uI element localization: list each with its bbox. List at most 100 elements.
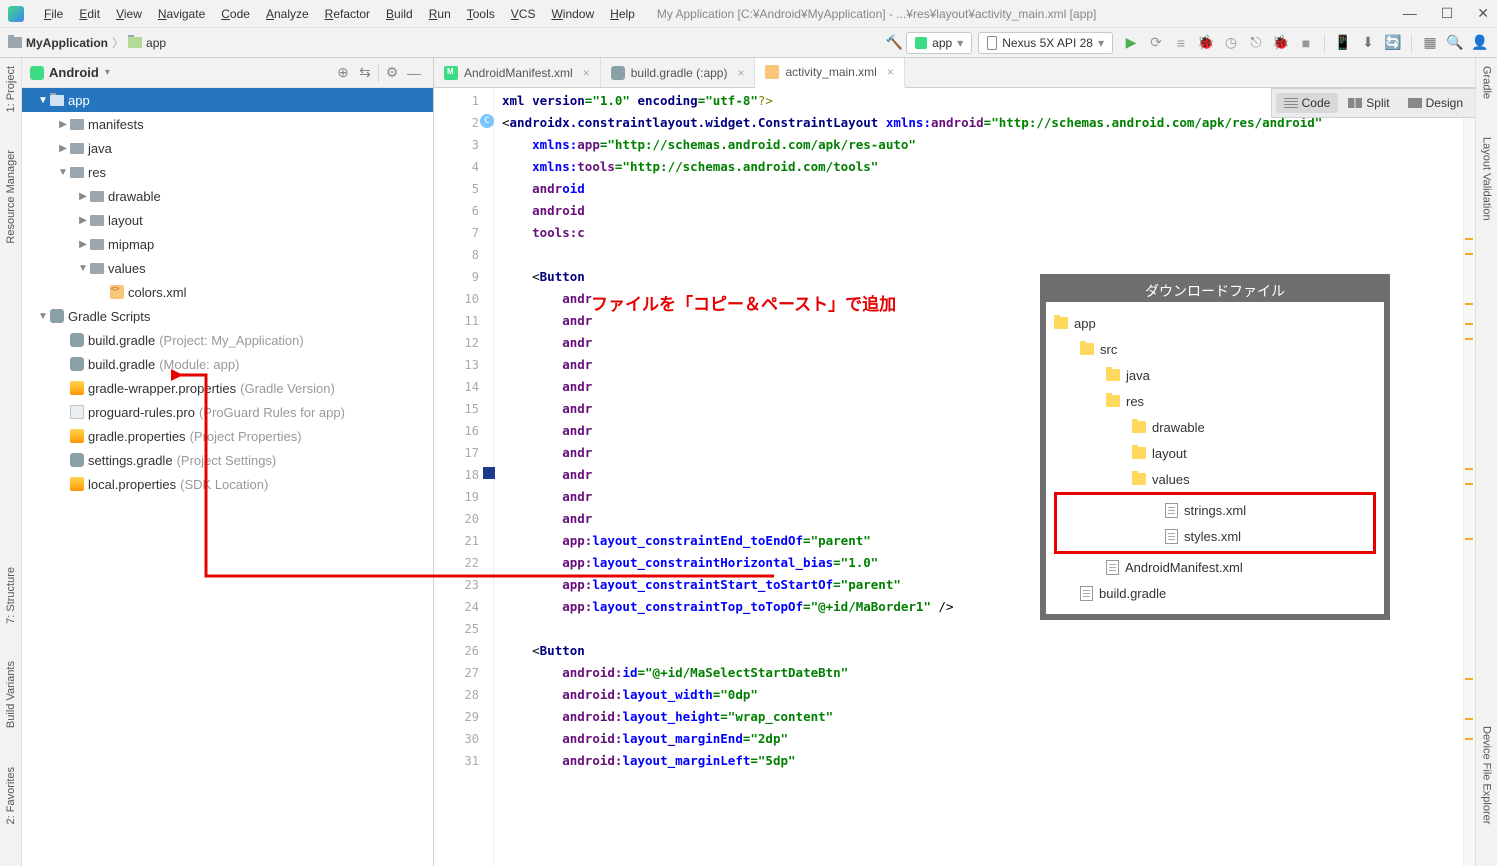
download-files-popup: ダウンロードファイル appsrcjavaresdrawablelayoutva…: [1040, 274, 1390, 620]
scroll-from-source-icon[interactable]: ⊕: [335, 65, 351, 81]
split-view-icon: [1348, 98, 1362, 108]
android-icon: [30, 66, 44, 80]
tab-androidmanifest-xml[interactable]: AndroidManifest.xml×: [434, 58, 601, 87]
project-panel-header: Android ▾ ⊕ ⇆ ⚙ —: [22, 58, 433, 88]
popup-item-java: java: [1054, 362, 1376, 388]
popup-item-src: src: [1054, 336, 1376, 362]
left-tool-rail: 1: Project Resource Manager 7: Structure…: [0, 58, 22, 866]
highlighted-files: strings.xmlstyles.xml: [1054, 492, 1376, 554]
annotation-text: ファイルを「コピー＆ペースト」で追加: [591, 290, 896, 315]
menu-help[interactable]: Help: [602, 3, 643, 25]
menu-tools[interactable]: Tools: [459, 3, 503, 25]
view-mode-split[interactable]: Split: [1340, 93, 1397, 113]
tree-node-gradle-properties[interactable]: gradle.properties(Project Properties): [22, 424, 433, 448]
tree-node-build-gradle[interactable]: build.gradle(Project: My_Application): [22, 328, 433, 352]
editor-gutter[interactable]: 1234567891011121314151617181920212223242…: [434, 88, 494, 866]
profile-icon[interactable]: ◷: [1222, 34, 1240, 52]
rail-layout-validation[interactable]: Layout Validation: [1481, 133, 1493, 225]
menu-code[interactable]: Code: [213, 3, 258, 25]
tree-node-gradle-wrapper-properties[interactable]: gradle-wrapper.properties(Gradle Version…: [22, 376, 433, 400]
window-controls: — ☐ ✕: [1403, 5, 1489, 22]
editor-area: AndroidManifest.xml×build.gradle (:app)×…: [434, 58, 1475, 866]
attach-debugger-icon[interactable]: ⎋: [1247, 34, 1265, 52]
error-stripe[interactable]: [1463, 88, 1475, 866]
menu-file[interactable]: File: [36, 3, 71, 25]
apply-changes-icon[interactable]: ⟳: [1147, 34, 1165, 52]
tree-node-mipmap[interactable]: ▶mipmap: [22, 232, 433, 256]
popup-item-res: res: [1054, 388, 1376, 414]
maximize-button[interactable]: ☐: [1441, 5, 1454, 22]
expand-all-icon[interactable]: ⇆: [357, 65, 373, 81]
minimize-button[interactable]: —: [1403, 5, 1417, 22]
tab-build-gradle-app-[interactable]: build.gradle (:app)×: [601, 58, 756, 87]
sdk-manager-icon[interactable]: ⬇: [1359, 34, 1377, 52]
rail-device-file-explorer[interactable]: Device File Explorer: [1481, 722, 1493, 828]
module-icon: [915, 37, 927, 49]
tree-node-proguard-rules-pro[interactable]: proguard-rules.pro(ProGuard Rules for ap…: [22, 400, 433, 424]
search-icon[interactable]: 🔍: [1446, 34, 1464, 52]
view-mode-design[interactable]: Design: [1400, 93, 1471, 113]
tree-node-local-properties[interactable]: local.properties(SDK Location): [22, 472, 433, 496]
apply-code-icon[interactable]: ≡: [1172, 34, 1190, 52]
popup-item-androidmanifest-xml: AndroidManifest.xml: [1054, 554, 1376, 580]
device-selector[interactable]: Nexus 5X API 28▾: [978, 32, 1113, 54]
menu-run[interactable]: Run: [421, 3, 459, 25]
menu-analyze[interactable]: Analyze: [258, 3, 317, 25]
project-view-selector[interactable]: Android: [49, 65, 99, 80]
tree-node-manifests[interactable]: ▶manifests: [22, 112, 433, 136]
close-window-button[interactable]: ✕: [1477, 5, 1489, 22]
build-icon[interactable]: 🔨: [885, 34, 903, 52]
avd-manager-icon[interactable]: 📱: [1334, 34, 1352, 52]
window-title: My Application [C:¥Android¥MyApplication…: [657, 7, 1097, 21]
project-structure-icon[interactable]: ▦: [1421, 34, 1439, 52]
popup-item-values: values: [1054, 466, 1376, 492]
sync-icon[interactable]: 🔄: [1384, 34, 1402, 52]
right-tool-rail: Gradle Layout Validation Device File Exp…: [1475, 58, 1497, 866]
tree-node-res[interactable]: ▼res: [22, 160, 433, 184]
user-icon[interactable]: 👤: [1471, 34, 1489, 52]
run-button[interactable]: ▶: [1122, 34, 1140, 52]
tree-node-java[interactable]: ▶java: [22, 136, 433, 160]
design-view-icon: [1408, 98, 1422, 108]
menu-window[interactable]: Window: [543, 3, 602, 25]
stop-button[interactable]: ■: [1297, 34, 1315, 52]
menu-view[interactable]: View: [108, 3, 150, 25]
menu-vcs[interactable]: VCS: [503, 3, 544, 25]
debug2-icon[interactable]: 🐞: [1272, 34, 1290, 52]
popup-item-drawable: drawable: [1054, 414, 1376, 440]
rail-structure[interactable]: 7: Structure: [5, 563, 17, 628]
phone-icon: [987, 36, 997, 50]
menu-bar: FileEditViewNavigateCodeAnalyzeRefactorB…: [0, 0, 1497, 28]
menu-edit[interactable]: Edit: [71, 3, 108, 25]
tree-node-app[interactable]: ▼app: [22, 88, 433, 112]
tree-node-values[interactable]: ▼values: [22, 256, 433, 280]
popup-item-layout: layout: [1054, 440, 1376, 466]
code-view-icon: [1284, 98, 1298, 108]
breadcrumb-module[interactable]: app: [128, 36, 166, 50]
rail-project[interactable]: 1: Project: [5, 62, 17, 116]
hide-panel-icon[interactable]: —: [406, 65, 422, 81]
tree-node-layout[interactable]: ▶layout: [22, 208, 433, 232]
view-mode-bar: Code Split Design: [1271, 88, 1475, 118]
view-mode-code[interactable]: Code: [1276, 93, 1339, 113]
tree-node-settings-gradle[interactable]: settings.gradle(Project Settings): [22, 448, 433, 472]
popup-item-build-gradle: build.gradle: [1054, 580, 1376, 606]
debug-button[interactable]: 🐞: [1197, 34, 1215, 52]
rail-favorites[interactable]: 2: Favorites: [5, 763, 17, 828]
menu-build[interactable]: Build: [378, 3, 421, 25]
breadcrumb-root[interactable]: MyApplication: [8, 36, 108, 50]
popup-title: ダウンロードファイル: [1040, 274, 1390, 302]
menu-refactor[interactable]: Refactor: [317, 3, 378, 25]
tab-activity-main-xml[interactable]: activity_main.xml×: [755, 58, 904, 88]
tree-node-gradle-scripts[interactable]: ▼Gradle Scripts: [22, 304, 433, 328]
tree-node-drawable[interactable]: ▶drawable: [22, 184, 433, 208]
tree-node-colors-xml[interactable]: colors.xml: [22, 280, 433, 304]
rail-build-variants[interactable]: Build Variants: [5, 657, 17, 732]
rail-resource-manager[interactable]: Resource Manager: [5, 146, 17, 248]
tree-node-build-gradle[interactable]: build.gradle(Module: app): [22, 352, 433, 376]
settings-icon[interactable]: ⚙: [384, 65, 400, 81]
project-tree[interactable]: ▼app▶manifests▶java▼res▶drawable▶layout▶…: [22, 88, 433, 866]
run-config-selector[interactable]: app▾: [906, 32, 972, 54]
rail-gradle[interactable]: Gradle: [1481, 62, 1493, 103]
menu-navigate[interactable]: Navigate: [150, 3, 213, 25]
